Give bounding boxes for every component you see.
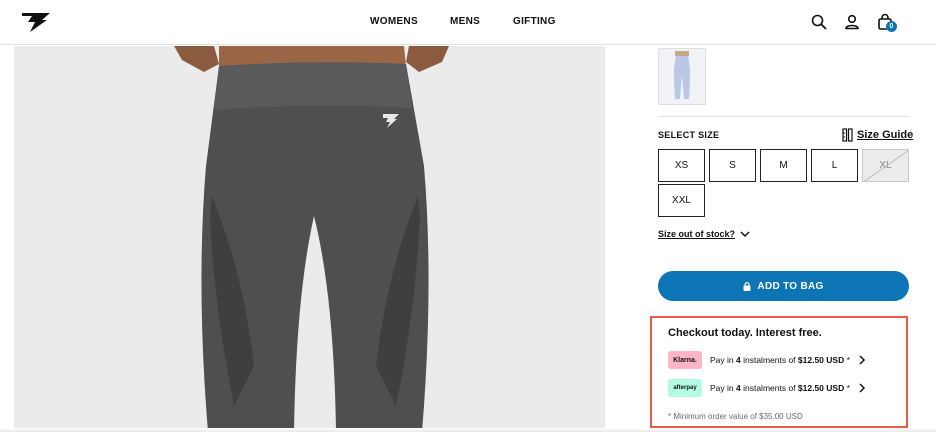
nav-womens[interactable]: WOMENS — [370, 16, 418, 27]
klarna-option[interactable]: Klarna. Pay in 4 instalments of $12.50 U… — [668, 351, 888, 369]
klarna-text: Pay in 4 instalments of $12.50 USD * — [710, 355, 850, 365]
lock-icon — [743, 281, 751, 291]
size-button-m[interactable]: M — [760, 149, 807, 182]
size-out-of-stock-label: Size out of stock? — [658, 229, 736, 239]
size-button-xl-out-of-stock[interactable]: XL — [862, 149, 909, 182]
afterpay-logo: afterpay — [668, 379, 702, 397]
size-button-xs[interactable]: XS — [658, 149, 705, 182]
divider — [658, 116, 908, 117]
size-out-of-stock-link[interactable]: Size out of stock? — [658, 229, 750, 239]
minimum-order-footnote: * Minimum order value of $35.00 USD — [668, 412, 803, 421]
size-button-l[interactable]: L — [811, 149, 858, 182]
add-to-bag-label: ADD TO BAG — [757, 280, 824, 292]
checkout-title: Checkout today. Interest free. — [668, 327, 822, 339]
afterpay-option[interactable]: afterpay Pay in 4 instalments of $12.50 … — [668, 379, 888, 397]
chevron-right-icon — [859, 355, 865, 365]
size-label: XS — [674, 160, 689, 171]
klarna-logo: Klarna. — [668, 351, 702, 369]
size-label: S — [729, 160, 736, 171]
nav-mens[interactable]: MENS — [450, 16, 480, 27]
size-label: XXL — [672, 195, 691, 206]
product-thumbnail[interactable] — [658, 48, 706, 105]
search-icon[interactable] — [810, 13, 828, 31]
account-icon[interactable] — [843, 13, 861, 31]
chevron-down-icon — [740, 231, 750, 238]
leggings-photo — [14, 46, 605, 432]
size-button-s[interactable]: S — [709, 149, 756, 182]
bag-count-badge: 0 — [886, 21, 897, 32]
main-nav: WOMENS MENS GIFTING — [0, 16, 936, 30]
page-bottom-edge — [0, 428, 936, 432]
ruler-icon — [842, 128, 853, 142]
product-image[interactable] — [14, 46, 605, 432]
afterpay-text: Pay in 4 instalments of $12.50 USD * — [710, 383, 850, 393]
size-label: L — [831, 160, 838, 171]
thumbnail-leggings-image — [674, 51, 690, 99]
size-guide-label: Size Guide — [857, 129, 914, 141]
add-to-bag-button[interactable]: ADD TO BAG — [658, 271, 909, 301]
select-size-label: SELECT SIZE — [658, 130, 720, 140]
size-label: M — [779, 160, 788, 171]
out-of-stock-slash — [863, 150, 908, 181]
size-button-xxl[interactable]: XXL — [658, 184, 705, 217]
site-header: WOMENS MENS GIFTING 0 — [0, 0, 936, 45]
chevron-right-icon — [859, 383, 865, 393]
checkout-installments-box: Checkout today. Interest free. Klarna. P… — [650, 316, 908, 428]
size-guide-link[interactable]: Size Guide — [842, 127, 913, 143]
nav-gifting[interactable]: GIFTING — [513, 16, 556, 27]
